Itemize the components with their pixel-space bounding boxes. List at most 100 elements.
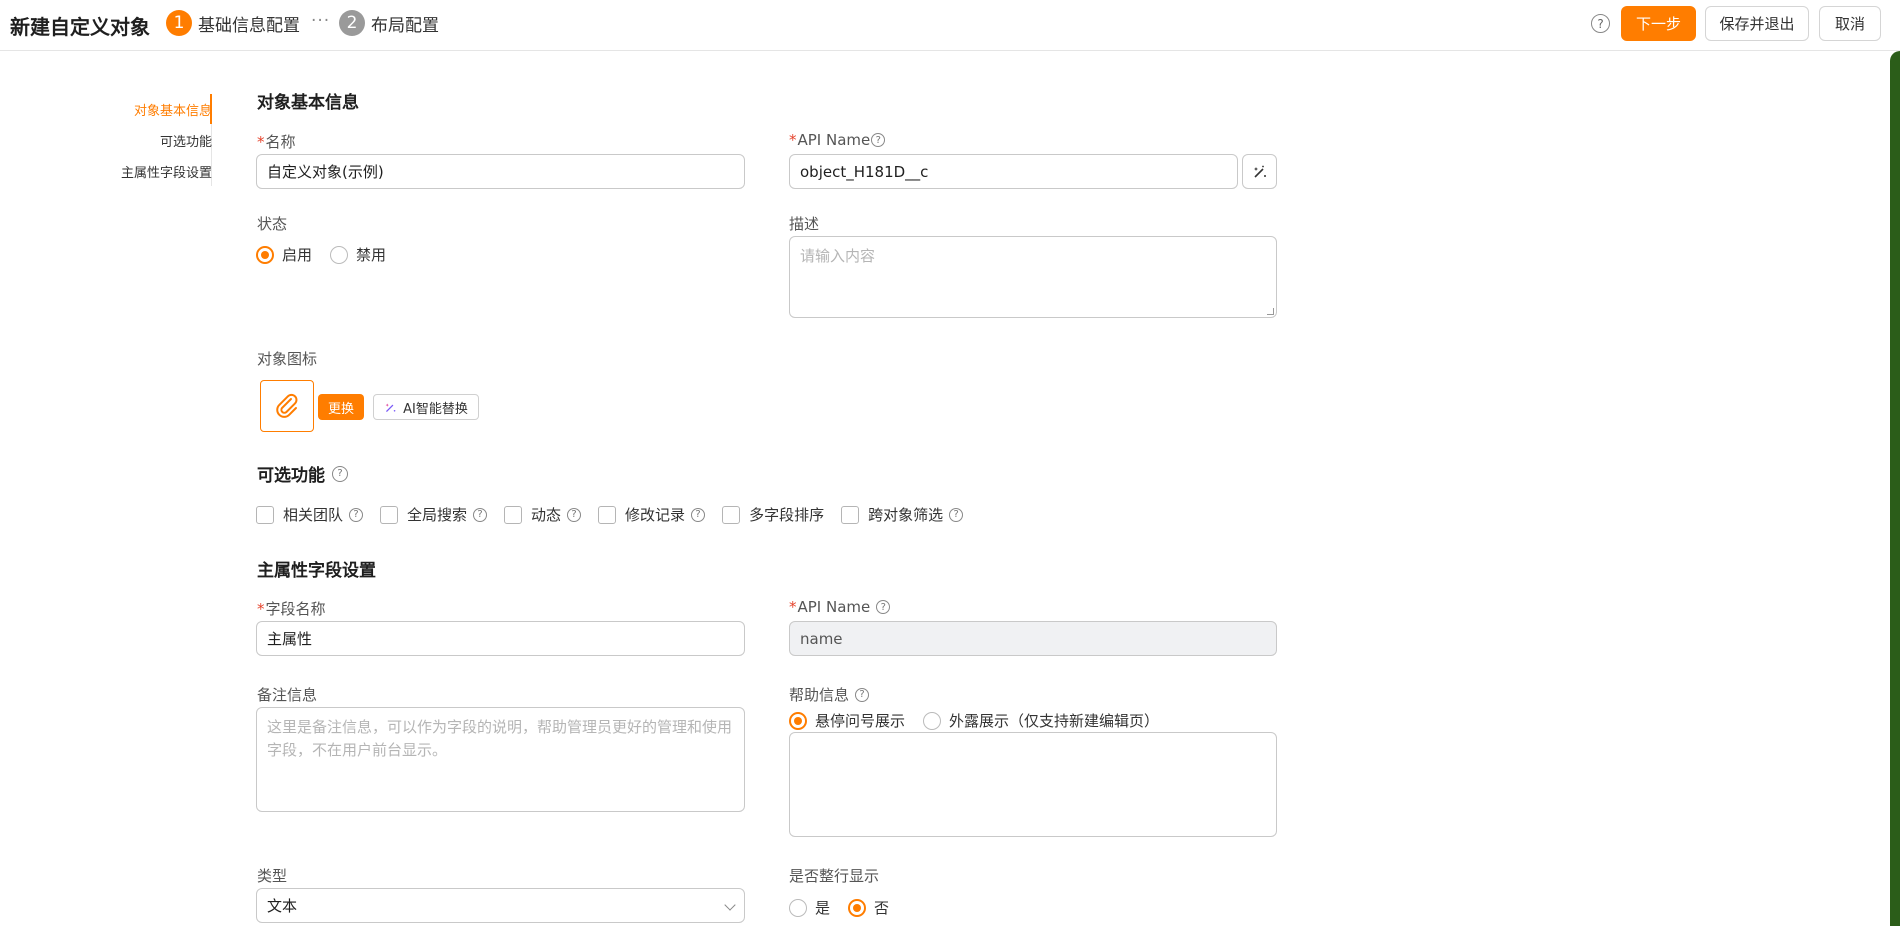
radio-label: 禁用	[356, 246, 387, 264]
status-label: 状态	[257, 215, 288, 233]
resize-handle[interactable]	[1267, 308, 1274, 315]
checkbox-label: 多字段排序	[749, 506, 825, 524]
checkbox-multi-field-sort[interactable]: 多字段排序	[722, 504, 824, 525]
help-display-radio-group: 悬停问号展示 外露展示（仅支持新建编辑页）	[789, 710, 1177, 731]
checkbox-related-team[interactable]: 相关团队 ?	[256, 504, 364, 525]
help-icon[interactable]: ?	[691, 507, 706, 522]
radio-button[interactable]	[848, 898, 867, 917]
radio-button[interactable]	[256, 245, 274, 264]
remark-textarea[interactable]: 这里是备注信息，可以作为字段的说明，帮助管理员更好的管理和使用字段，不在用户前台…	[256, 707, 745, 812]
field-api-name-label: * API Name?	[789, 598, 891, 616]
section-title-optional-features: 可选功能 ?	[257, 461, 348, 486]
checkbox[interactable]	[256, 505, 274, 524]
help-icon[interactable]: ?	[567, 507, 582, 522]
section-title-text: 可选功能	[257, 466, 325, 486]
type-select-value: 文本	[267, 897, 298, 915]
help-icon[interactable]: ?	[871, 133, 886, 147]
full-row-option-yes[interactable]: 是	[789, 897, 830, 918]
name-label-text: 名称	[265, 133, 296, 151]
full-row-option-no[interactable]: 否	[848, 897, 889, 918]
checkbox-label: 跨对象筛选	[868, 506, 944, 524]
required-mark: *	[789, 598, 797, 616]
checkbox[interactable]	[598, 505, 617, 524]
section-title-basic-info: 对象基本信息	[257, 93, 359, 113]
paperclip-icon	[276, 393, 298, 418]
ai-replace-label: AI智能替换	[403, 401, 468, 417]
status-radio-group: 启用 禁用	[256, 244, 404, 265]
required-mark: *	[257, 599, 265, 618]
help-info-textarea[interactable]	[789, 732, 1277, 837]
checkbox-change-log[interactable]: 修改记录 ?	[598, 504, 706, 525]
type-label: 类型	[257, 867, 288, 885]
magic-wand-button[interactable]	[1242, 154, 1277, 189]
step-basic-info[interactable]: 1 基础信息配置	[166, 10, 300, 36]
checkbox[interactable]	[841, 505, 860, 524]
checkbox[interactable]	[722, 505, 741, 524]
help-icon[interactable]: ?	[349, 507, 364, 522]
anchor-item-optional-features[interactable]: 可选功能	[160, 131, 212, 150]
required-mark: *	[789, 131, 797, 149]
step-layout[interactable]: 2 布局配置	[339, 10, 439, 36]
page-title: 新建自定义对象	[10, 15, 150, 39]
checkbox-label: 修改记录	[625, 506, 686, 524]
radio-button[interactable]	[923, 711, 942, 730]
object-icon-preview	[260, 380, 314, 432]
checkbox-cross-object-filter[interactable]: 跨对象筛选 ?	[841, 504, 964, 525]
help-icon[interactable]: ?	[876, 600, 891, 614]
step-label: 基础信息配置	[198, 15, 300, 36]
window-edge	[1890, 51, 1900, 926]
full-row-radio-group: 是 否	[789, 897, 907, 918]
checkbox[interactable]	[504, 505, 523, 524]
save-exit-button[interactable]: 保存并退出	[1705, 6, 1809, 41]
remark-placeholder: 这里是备注信息，可以作为字段的说明，帮助管理员更好的管理和使用字段，不在用户前台…	[267, 718, 733, 759]
radio-button[interactable]	[789, 898, 807, 917]
field-api-name-input: name	[789, 621, 1277, 656]
status-option-disabled[interactable]: 禁用	[330, 244, 386, 265]
change-icon-button[interactable]: 更换	[318, 394, 364, 420]
help-icon[interactable]: ?	[949, 507, 964, 522]
api-name-label: * API Name?	[789, 131, 886, 149]
required-mark: *	[257, 132, 265, 151]
checkbox-label: 相关团队	[283, 506, 344, 524]
name-input[interactable]: 自定义对象(示例)	[256, 154, 745, 189]
type-select[interactable]: 文本	[256, 888, 745, 923]
step-label: 布局配置	[371, 15, 439, 36]
field-name-label-text: 字段名称	[265, 600, 326, 618]
description-textarea[interactable]: 请输入内容	[789, 236, 1277, 318]
step-number: 1	[166, 10, 192, 36]
magic-wand-icon	[1253, 165, 1266, 178]
next-step-button[interactable]: 下一步	[1621, 6, 1696, 41]
help-icon[interactable]: ?	[1591, 14, 1610, 33]
checkbox-activity[interactable]: 动态 ?	[504, 504, 582, 525]
magic-wand-icon	[385, 402, 396, 412]
help-option-exposed[interactable]: 外露展示（仅支持新建编辑页）	[923, 710, 1159, 731]
help-icon[interactable]: ?	[473, 507, 488, 522]
radio-button[interactable]	[789, 711, 807, 730]
checkbox-label: 动态	[531, 506, 562, 524]
help-option-hover[interactable]: 悬停问号展示	[789, 710, 905, 731]
ai-replace-button[interactable]: AI智能替换	[373, 394, 479, 420]
name-label: * 名称	[257, 131, 296, 152]
anchor-item-basic-info[interactable]: 对象基本信息	[134, 100, 212, 119]
radio-button[interactable]	[330, 245, 349, 264]
full-row-label: 是否整行显示	[789, 867, 880, 885]
status-option-enabled[interactable]: 启用	[256, 244, 312, 265]
radio-label: 启用	[282, 246, 313, 264]
help-icon[interactable]: ?	[332, 465, 348, 482]
api-name-label-text: API Name	[797, 131, 871, 149]
step-separator: ···	[311, 11, 331, 31]
optional-features-checkboxes: 相关团队 ? 全局搜索 ? 动态 ? 修改记录 ? 多字段排序 跨对象筛选 ?	[256, 504, 980, 525]
help-info-label-text: 帮助信息	[789, 686, 850, 704]
field-name-input[interactable]: 主属性	[256, 621, 745, 656]
remark-label: 备注信息	[257, 686, 318, 704]
checkbox-label: 全局搜索	[407, 506, 468, 524]
help-icon[interactable]: ?	[855, 687, 870, 702]
anchor-item-main-field[interactable]: 主属性字段设置	[121, 162, 212, 181]
object-icon-label: 对象图标	[257, 350, 318, 368]
api-name-input[interactable]: object_H181D__c	[789, 154, 1238, 189]
field-api-name-label-text: API Name	[797, 598, 871, 616]
checkbox-global-search[interactable]: 全局搜索 ?	[380, 504, 488, 525]
checkbox[interactable]	[380, 505, 399, 524]
top-header: 新建自定义对象 1 基础信息配置 ··· 2 布局配置 ? 下一步 保存并退出 …	[0, 0, 1900, 51]
cancel-button[interactable]: 取消	[1819, 6, 1881, 41]
